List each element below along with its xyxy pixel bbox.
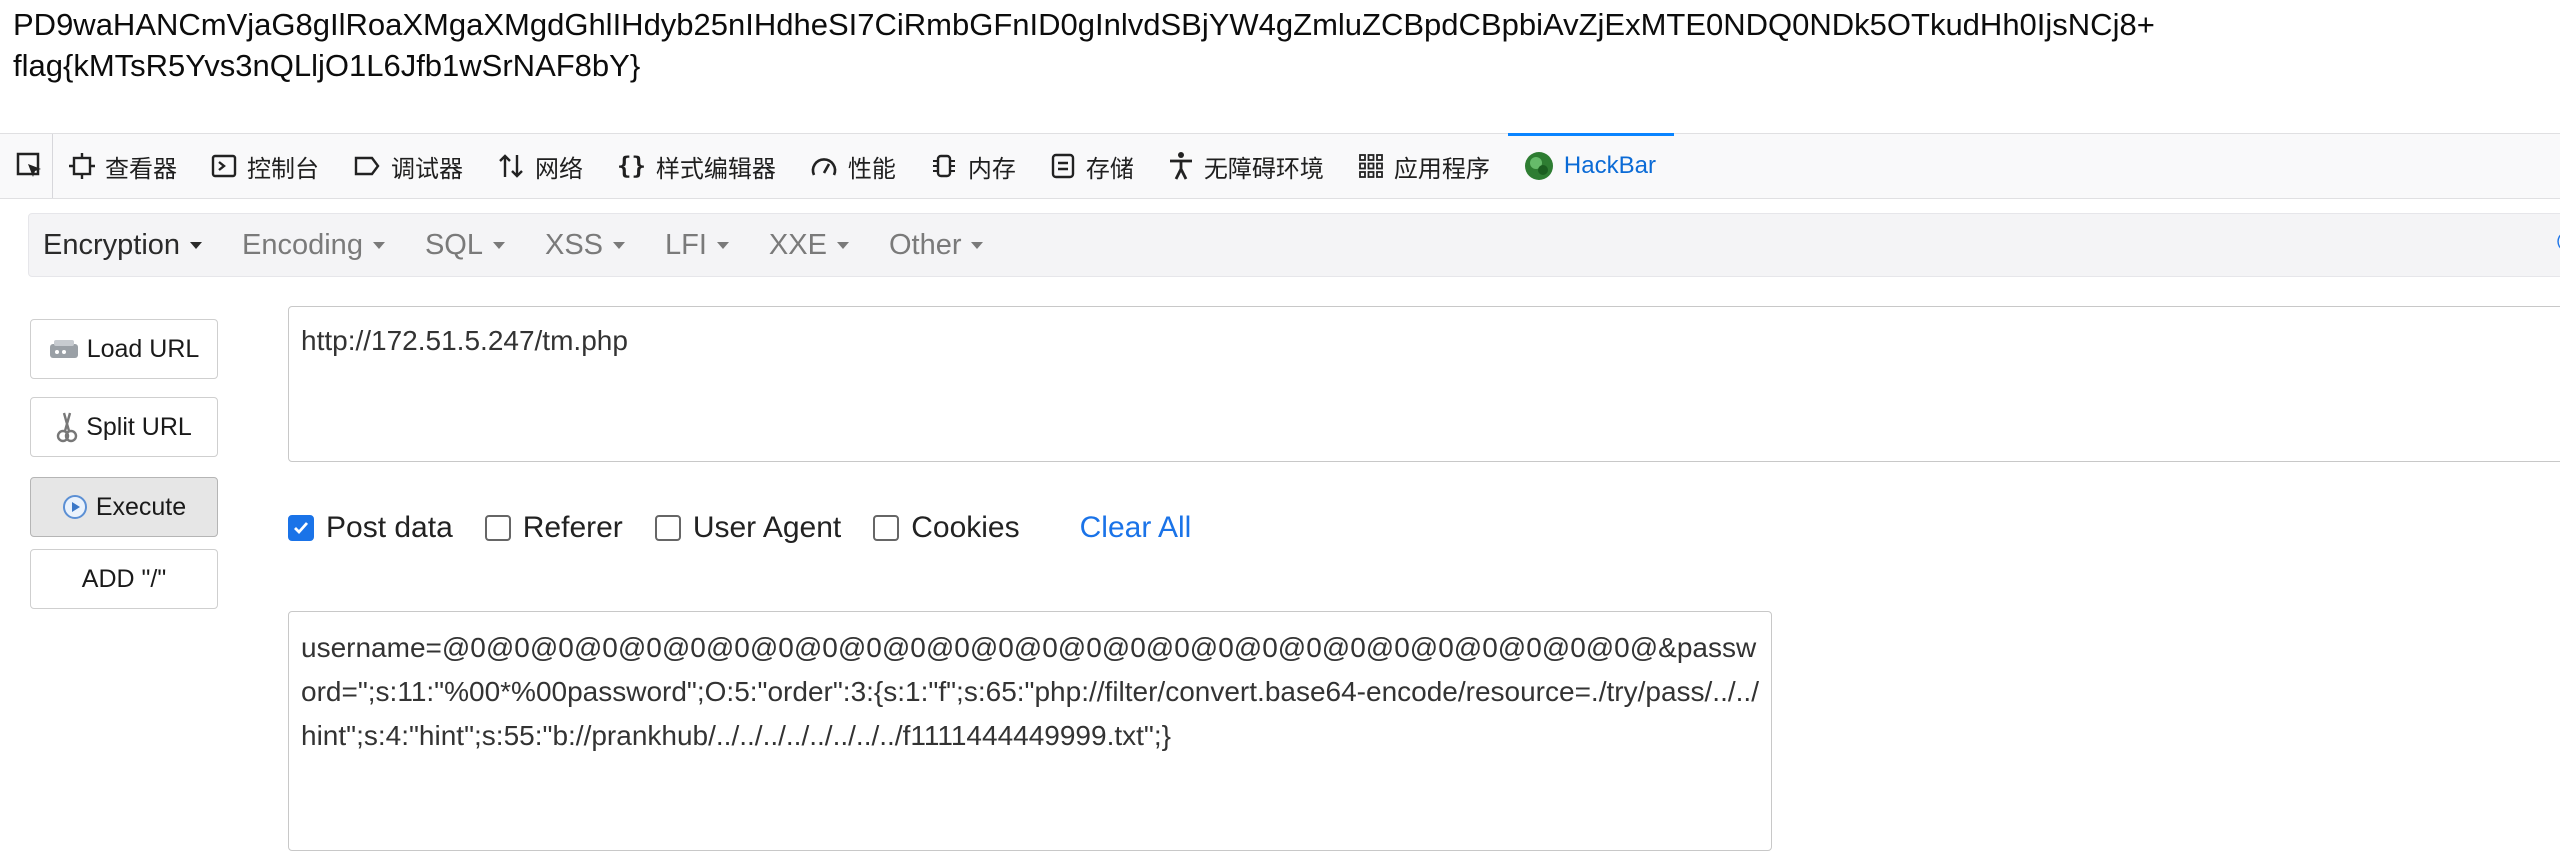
caret-down-icon xyxy=(613,241,626,249)
url-input[interactable]: http://172.51.5.247/tm.php xyxy=(288,306,2560,462)
menu-label: XXE xyxy=(768,228,827,261)
button-label: Execute xyxy=(95,492,187,521)
tab-inspector[interactable]: 查看器 xyxy=(53,134,195,198)
menu-label: Encryption xyxy=(43,228,181,261)
application-icon xyxy=(1359,154,1383,178)
tab-performance[interactable]: 性能 xyxy=(794,134,914,198)
menu-sql[interactable]: SQL xyxy=(405,229,525,262)
devtools-panel: 查看器 控制台 调试器 网络 {} 样式编辑器 性能 内存 存储 无障碍环境 应… xyxy=(0,133,2560,851)
accessibility-icon xyxy=(1169,152,1192,180)
scissors-icon xyxy=(57,412,78,443)
caret-down-icon xyxy=(190,241,203,249)
menu-lfi[interactable]: LFI xyxy=(645,229,749,262)
tab-label: 性能 xyxy=(847,155,896,183)
style-editor-icon: {} xyxy=(617,152,646,180)
element-picker-icon[interactable] xyxy=(8,134,53,198)
menu-label: SQL xyxy=(424,228,483,261)
button-label: Split URL xyxy=(86,412,192,441)
option-label: Referer xyxy=(522,511,623,544)
tab-debugger[interactable]: 调试器 xyxy=(337,134,481,198)
menu-xss[interactable]: XSS xyxy=(525,229,645,262)
tab-label: 控制台 xyxy=(247,155,319,183)
performance-icon xyxy=(811,158,837,176)
clear-all-link[interactable]: Clear All xyxy=(1080,511,1192,545)
checkbox-unchecked-icon xyxy=(873,515,900,541)
devtools-toolbar: 查看器 控制台 调试器 网络 {} 样式编辑器 性能 内存 存储 无障碍环境 应… xyxy=(0,133,2560,199)
debugger-icon xyxy=(354,156,380,176)
cookies-checkbox[interactable]: Cookies xyxy=(873,511,1020,545)
caret-down-icon xyxy=(372,241,385,249)
inspector-icon xyxy=(69,153,95,179)
memory-icon xyxy=(932,154,955,178)
tab-label: 无障碍环境 xyxy=(1203,155,1324,183)
load-url-button[interactable]: Load URL xyxy=(30,319,218,379)
tab-label: HackBar xyxy=(1563,152,1656,179)
tab-style-editor[interactable]: {} 样式编辑器 xyxy=(601,134,794,198)
tab-label: 样式编辑器 xyxy=(655,155,776,183)
load-url-icon xyxy=(49,340,78,358)
menu-encryption[interactable]: Encryption xyxy=(29,229,222,262)
user-agent-checkbox[interactable]: User Agent xyxy=(654,511,842,545)
page-output-text: PD9waHANCmVjaG8gIlRoaXMgaXMgdGhlIHdyb25n… xyxy=(13,7,2155,83)
play-icon xyxy=(62,495,87,519)
menu-xxe[interactable]: XXE xyxy=(749,229,869,262)
tab-network[interactable]: 网络 xyxy=(481,134,601,198)
option-label: Cookies xyxy=(911,511,1020,544)
tab-application[interactable]: 应用程序 xyxy=(1342,134,1508,198)
tab-label: 网络 xyxy=(535,155,583,183)
hackbar-menubar: Encryption Encoding SQL XSS LFI XXE Othe… xyxy=(28,213,2560,277)
post-data-checkbox[interactable]: Post data xyxy=(288,511,453,545)
caret-down-icon xyxy=(836,241,849,249)
caret-down-icon xyxy=(716,241,729,249)
split-url-button[interactable]: Split URL xyxy=(30,397,218,457)
tab-memory[interactable]: 内存 xyxy=(914,134,1034,198)
menu-label: Other xyxy=(888,228,962,261)
checkbox-unchecked-icon xyxy=(654,515,681,541)
tab-label: 调试器 xyxy=(391,155,463,183)
tab-storage[interactable]: 存储 xyxy=(1034,134,1152,198)
network-icon xyxy=(499,154,523,178)
button-label: Load URL xyxy=(86,334,200,363)
option-label: User Agent xyxy=(692,511,842,544)
checkbox-checked-icon xyxy=(288,515,314,541)
menu-encoding[interactable]: Encoding xyxy=(222,229,405,262)
add-slash-button[interactable]: ADD "/" xyxy=(30,549,218,609)
tab-label: 查看器 xyxy=(105,155,177,183)
tab-label: 内存 xyxy=(967,155,1016,183)
option-label: Post data xyxy=(326,511,453,544)
menu-label: XSS xyxy=(544,228,604,261)
menu-label: Encoding xyxy=(242,228,363,261)
checkbox-unchecked-icon xyxy=(484,515,511,541)
tab-console[interactable]: 控制台 xyxy=(195,134,337,198)
referer-checkbox[interactable]: Referer xyxy=(484,511,623,545)
hackbar-icon xyxy=(1524,152,1553,180)
caret-down-icon xyxy=(492,241,505,249)
request-options: Post data Referer User Agent Cookies Cle… xyxy=(288,508,1191,548)
post-data-input[interactable]: username=@0@0@0@0@0@0@0@0@0@0@0@0@0@0@0@… xyxy=(288,611,1772,851)
menu-other[interactable]: Other xyxy=(869,229,1004,262)
tab-accessibility[interactable]: 无障碍环境 xyxy=(1152,134,1342,198)
console-icon xyxy=(211,154,237,178)
execute-button[interactable]: Execute xyxy=(30,477,218,537)
tab-label: 存储 xyxy=(1085,155,1134,183)
tab-label: 应用程序 xyxy=(1393,155,1490,183)
caret-down-icon xyxy=(971,241,984,249)
tab-hackbar[interactable]: HackBar xyxy=(1507,133,1674,198)
storage-icon xyxy=(1051,153,1075,179)
button-label: ADD "/" xyxy=(81,564,167,593)
menu-label: LFI xyxy=(665,228,707,261)
